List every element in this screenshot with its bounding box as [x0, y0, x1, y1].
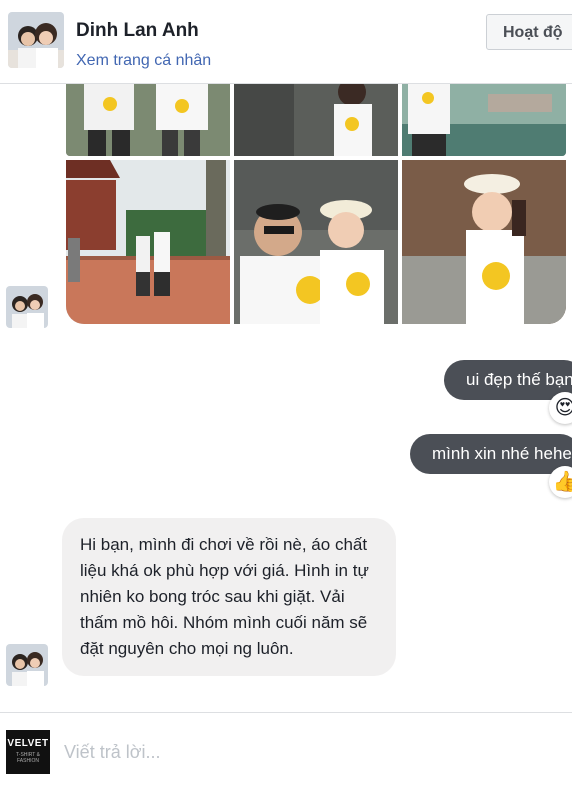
thumbs-up-icon[interactable]: 👍 [549, 466, 572, 498]
sender-avatar[interactable] [6, 644, 48, 686]
incoming-message[interactable]: Hi bạn, mình đi chơi về rồi nè, áo chất … [62, 518, 396, 676]
activity-button[interactable]: Hoạt độ [486, 14, 572, 50]
page-avatar-subtitle: T-SHIRT & FASHION [16, 752, 40, 764]
outgoing-message[interactable]: ui đẹp thế bạn [444, 360, 572, 400]
reply-input[interactable]: Viết trả lời... [64, 742, 161, 763]
shared-photo-6[interactable] [402, 160, 566, 324]
view-profile-link[interactable]: Xem trang cá nhân [76, 52, 211, 70]
contact-name[interactable]: Dinh Lan Anh [76, 20, 199, 42]
heart-eyes-icon[interactable]: 😍 [549, 392, 572, 424]
outgoing-message[interactable]: mình xin nhé hehe [410, 434, 572, 474]
shared-photo-4[interactable] [66, 160, 230, 324]
shared-photo-3[interactable] [402, 84, 566, 156]
page-avatar: VELVET T-SHIRT & FASHION [6, 730, 50, 774]
shared-photo-1[interactable] [66, 84, 230, 156]
conversation-header: Dinh Lan Anh Xem trang cá nhân Hoạt độ [0, 0, 572, 84]
shared-photo-2[interactable] [234, 84, 398, 156]
page-avatar-brand: VELVET [7, 738, 49, 749]
contact-avatar[interactable] [8, 12, 64, 68]
shared-photo-5[interactable] [234, 160, 398, 324]
sender-avatar[interactable] [6, 286, 48, 328]
